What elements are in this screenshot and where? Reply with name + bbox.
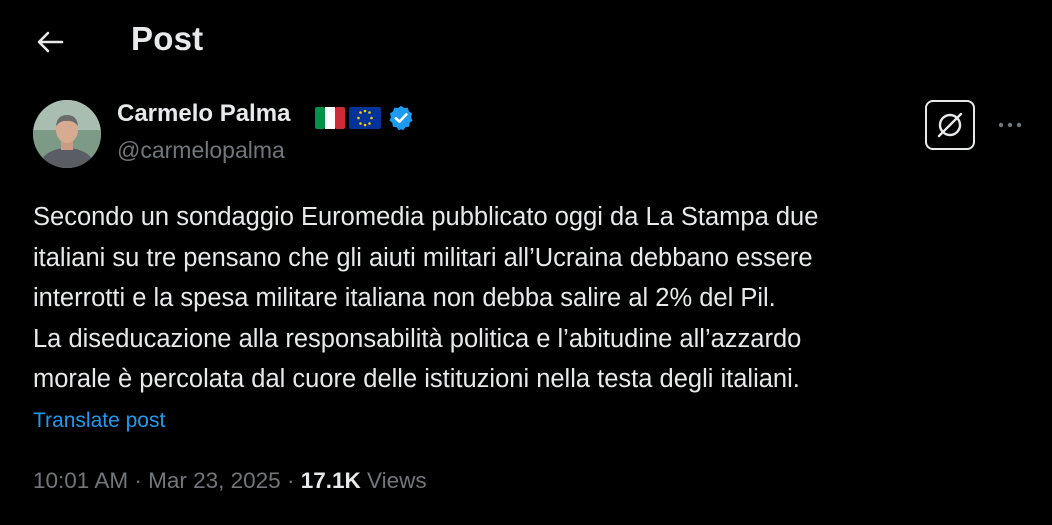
verified-badge-icon[interactable] [387,104,415,132]
author-name[interactable]: Carmelo Palma [117,100,290,128]
page-title: Post [131,20,204,57]
italy-flag-icon [315,107,345,129]
meta-separator: · [286,468,295,493]
avatar[interactable] [33,100,101,168]
translate-post-link[interactable]: Translate post [33,409,165,433]
back-button[interactable] [30,22,70,62]
post-text: Secondo un sondaggio Euromedia pubblicat… [33,203,819,393]
post-time[interactable]: 10:01 AM [33,468,128,493]
post-meta: 10:01 AM · Mar 23, 2025 · 17.1K Views [33,468,427,494]
eu-flag-icon [349,107,381,129]
views-count[interactable]: 17.1K [301,468,361,493]
grok-button[interactable] [925,100,975,150]
author-badges [315,104,415,132]
meta-separator: · [134,468,142,493]
post-date[interactable]: Mar 23, 2025 [148,468,281,493]
author-handle[interactable]: @carmelopalma [117,137,285,164]
more-options-button[interactable] [990,108,1030,142]
arrow-left-icon [37,31,64,53]
more-horizontal-icon [998,122,1022,128]
avatar-image [33,100,101,168]
grok-icon [937,112,963,138]
views-label: Views [367,468,427,493]
post-header: Post [0,0,1052,84]
